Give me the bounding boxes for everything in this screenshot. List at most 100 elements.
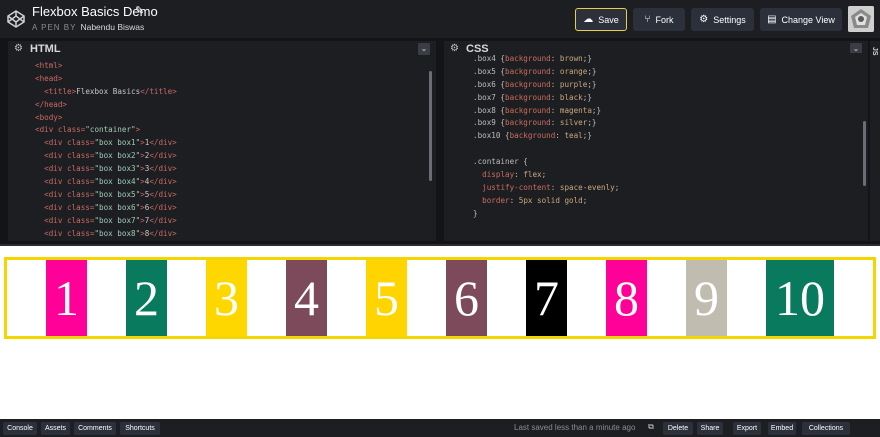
fork-button-label: Fork xyxy=(655,14,674,25)
flex-box-6: 6 xyxy=(446,260,487,336)
css-code-token: background xyxy=(505,54,551,63)
css-code-token xyxy=(473,170,482,179)
css-code-line: justify-content: space-evenly; xyxy=(473,182,868,195)
css-editor-pane: ⚙ CSS ⌄ .box4 {background: brown;} .box5 … xyxy=(444,41,868,241)
css-code-token: background xyxy=(505,79,551,89)
css-code-token: ;} xyxy=(587,79,597,89)
css-code-line: .box6 {background: purple;} xyxy=(473,79,868,92)
html-code-token: <div xyxy=(44,228,68,238)
html-settings-gear-icon[interactable]: ⚙ xyxy=(14,43,23,54)
css-code-line: .box8 {background: magenta;} xyxy=(473,105,868,118)
change-view-button[interactable]: ▤ Change View xyxy=(760,8,842,31)
gear-icon: ⚙ xyxy=(699,14,709,25)
css-code-token: : xyxy=(550,92,560,102)
html-code-token: <head> xyxy=(35,73,63,83)
flex-box-7: 7 xyxy=(526,260,567,336)
css-code-line: border: 5px solid gold; xyxy=(473,195,868,208)
css-code-token: ;} xyxy=(587,118,597,128)
css-code-editor[interactable]: .box4 {background: brown;} .box5 {backgro… xyxy=(444,53,868,236)
html-code-token: </head> xyxy=(35,99,68,109)
html-code-token: </div> xyxy=(149,138,177,148)
comments-button[interactable]: Comments xyxy=(74,422,116,435)
css-editor-scrollbar[interactable] xyxy=(863,121,866,186)
html-code-line: <body> xyxy=(35,112,436,125)
html-code-token: "box box4" xyxy=(94,177,141,187)
avatar[interactable] xyxy=(848,6,874,32)
fork-button[interactable]: ⑂ Fork xyxy=(633,8,685,31)
html-code-token: class= xyxy=(67,202,95,212)
byline-prefix: A PEN BY xyxy=(32,23,77,32)
html-code-token: </title> xyxy=(140,86,177,96)
export-button[interactable]: Export xyxy=(733,422,761,435)
html-code-token: class= xyxy=(67,151,95,161)
css-code-token: : xyxy=(514,170,524,180)
html-code-line: <div class="container"> xyxy=(35,124,436,137)
external-link-icon[interactable]: ⧉ xyxy=(645,422,657,434)
css-code-token: background xyxy=(509,131,556,141)
css-code-token xyxy=(473,196,482,205)
css-code-token: : xyxy=(550,66,560,76)
html-code-token xyxy=(35,229,44,238)
css-code-token: purple xyxy=(559,79,588,89)
css-code-token: flex xyxy=(523,170,542,180)
html-code-token: "container" xyxy=(85,125,136,135)
html-code-token: <title> xyxy=(44,86,77,96)
css-code-token: magenta xyxy=(559,105,592,115)
html-code-line: <html> xyxy=(35,60,436,73)
collections-button[interactable]: Collections xyxy=(802,422,850,435)
embed-button[interactable]: Embed xyxy=(768,422,796,435)
html-code-line: <div class="box box7">7</div> xyxy=(35,215,436,228)
html-code-line: <div class="box box8">8</div> xyxy=(35,228,436,241)
css-code-token: background xyxy=(505,66,551,76)
settings-button[interactable]: ⚙ Settings xyxy=(691,8,754,31)
assets-button[interactable]: Assets xyxy=(41,422,70,435)
css-code-token: .box4 { xyxy=(473,54,506,63)
flex-box-5: 5 xyxy=(366,260,407,336)
html-editor-scrollbar[interactable] xyxy=(429,71,432,181)
html-code-editor[interactable]: <html> <head> <title>Flexbox Basics</titl… xyxy=(8,58,436,241)
html-code-token: > xyxy=(135,125,141,135)
flex-box-3: 3 xyxy=(206,260,247,336)
html-code-token: <html> xyxy=(35,61,63,70)
html-code-token: <div xyxy=(44,215,68,225)
bottom-toolbar: Console Assets Comments Shortcuts Last s… xyxy=(0,419,880,437)
css-code-line: display: flex; xyxy=(473,169,868,182)
save-button[interactable]: ☁ Save xyxy=(575,8,627,31)
css-code-token: .box9 { xyxy=(473,118,506,128)
flex-box-2: 2 xyxy=(126,260,167,336)
html-code-line: <div class="box box1">1</div> xyxy=(35,137,436,150)
codepen-logo-icon[interactable] xyxy=(6,9,26,29)
html-code-token: <div xyxy=(44,164,68,174)
css-code-token: : xyxy=(550,118,560,128)
html-collapse-chevron-down-icon[interactable]: ⌄ xyxy=(418,43,430,55)
html-code-token: <body> xyxy=(35,112,63,122)
pencil-icon[interactable]: ✎ xyxy=(135,4,144,17)
css-code-token: : xyxy=(550,79,560,89)
html-code-token xyxy=(35,164,44,173)
css-code-token: } xyxy=(473,208,478,218)
css-code-line: .box4 {background: brown;} xyxy=(473,53,868,66)
editor-resize-divider[interactable] xyxy=(436,38,444,244)
console-button[interactable]: Console xyxy=(3,422,37,435)
css-code-line: .box5 {background: orange;} xyxy=(473,66,868,79)
html-code-line: </head> xyxy=(35,99,436,112)
html-code-token: class= xyxy=(67,215,95,225)
css-code-token: 5px solid gold xyxy=(518,195,583,205)
delete-button[interactable]: Delete xyxy=(663,422,693,435)
html-code-token: <div xyxy=(44,177,68,187)
share-button[interactable]: Share xyxy=(697,422,723,435)
css-code-token: ; xyxy=(614,182,620,192)
css-code-token: .box6 { xyxy=(473,79,506,89)
css-code-line: .box10 {background: teal;} xyxy=(473,130,868,143)
js-editor-collapsed-tab[interactable]: JS xyxy=(870,41,880,241)
css-code-token: orange xyxy=(559,66,588,76)
html-code-token: class= xyxy=(67,138,95,148)
css-code-line: .box7 {background: black;} xyxy=(473,92,868,105)
html-code-token: "box box7" xyxy=(94,215,141,225)
flex-box-8: 8 xyxy=(606,260,647,336)
shortcuts-button[interactable]: Shortcuts xyxy=(120,422,160,435)
flex-box-10: 10 xyxy=(766,260,834,336)
html-code-line: <div class="box box2">2</div> xyxy=(35,150,436,163)
top-header: Flexbox Basics Demo ✎ A PEN BY Nabendu Bi… xyxy=(0,0,880,38)
author-link[interactable]: Nabendu Biswas xyxy=(80,22,144,32)
